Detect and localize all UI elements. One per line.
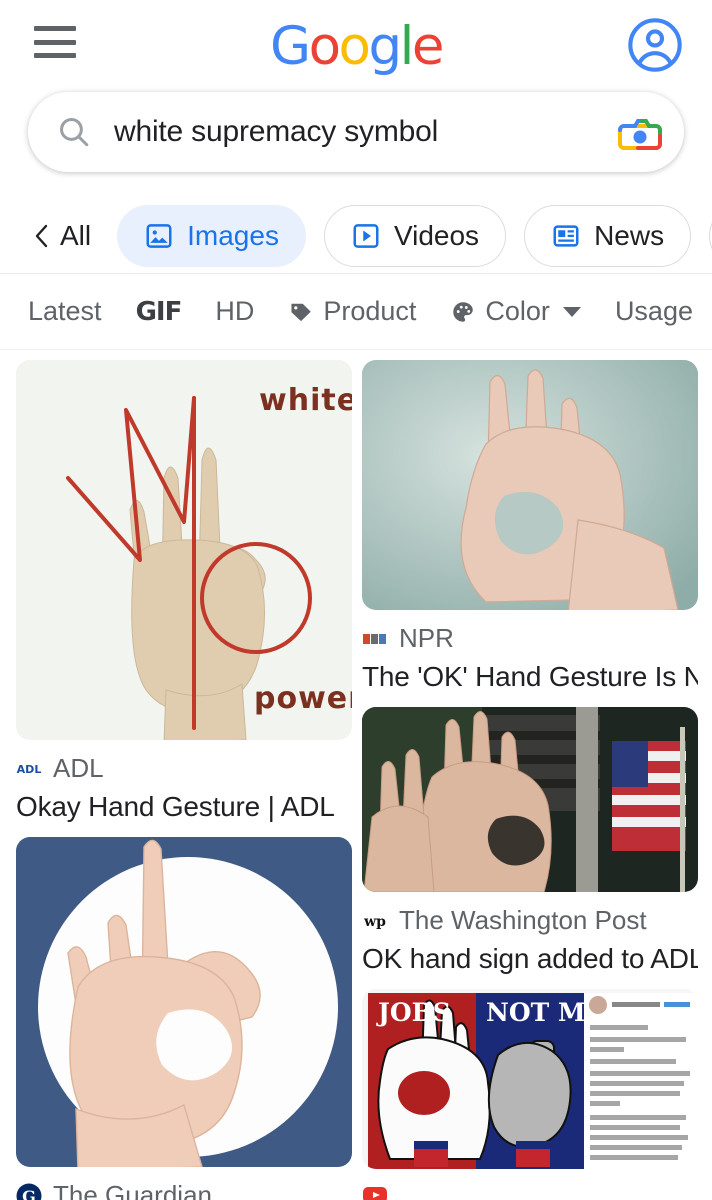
hamburger-menu-icon[interactable]	[34, 26, 76, 58]
palette-icon	[453, 301, 474, 322]
svg-text:JOBS: JOBS	[376, 998, 451, 1027]
tab-videos-label: Videos	[393, 219, 480, 251]
chevron-down-icon	[562, 306, 581, 317]
menu-bar-3	[34, 53, 76, 58]
news-article-icon	[553, 224, 579, 247]
image-icon	[146, 223, 172, 248]
search-bar-container: white supremacy symbol	[0, 92, 712, 172]
result-title[interactable]: OK hand sign added to ADL hat...	[362, 943, 698, 975]
logo-letter-g: g	[368, 16, 402, 77]
svg-text:wp: wp	[363, 914, 386, 930]
tab-all[interactable]: All	[34, 220, 91, 252]
tag-icon	[291, 303, 312, 321]
svg-text:white: white	[259, 383, 352, 418]
menu-bar-1	[34, 26, 76, 31]
filter-color-label: Color	[485, 296, 550, 326]
ok-hand-on-blue-circle[interactable]	[16, 837, 352, 1167]
result-card-npr[interactable]: NPR The 'OK' Hand Gesture Is Now ...	[362, 360, 698, 693]
filter-latest-label: Latest	[28, 296, 102, 326]
result-card-washington-post[interactable]: wp The Washington Post OK hand sign adde…	[362, 707, 698, 975]
logo-letter-G: G	[270, 16, 311, 77]
result-source-label: The Guardian	[53, 1180, 212, 1200]
filter-product[interactable]: Product	[288, 296, 416, 327]
google-lens-camera-icon[interactable]	[618, 110, 662, 154]
search-vertical-tabs: All Images Videos News M	[0, 198, 712, 274]
filter-gif[interactable]: GIF	[135, 296, 183, 327]
npr-favicon	[362, 625, 388, 652]
app-header: Google	[0, 0, 712, 92]
results-right-column: NPR The 'OK' Hand Gesture Is Now ...	[362, 360, 698, 1200]
tab-news[interactable]: News	[524, 204, 692, 267]
menu-bar-2	[34, 39, 76, 45]
result-source-youtube	[362, 1182, 698, 1200]
logo-letter-o1: o	[308, 16, 341, 77]
chevron-left-icon	[34, 223, 50, 249]
result-source-label: The Washington Post	[399, 905, 647, 935]
ok-hand-gesture-at-rally-with-us-flag[interactable]	[362, 707, 698, 892]
tab-all-label: All	[60, 219, 92, 251]
result-source-label: ADL	[53, 753, 104, 783]
guardian-favicon: G	[16, 1183, 42, 1200]
filter-hd-label: HD	[215, 296, 255, 326]
video-play-icon	[353, 223, 379, 248]
tab-images[interactable]: Images	[117, 204, 306, 267]
logo-letter-l: l	[399, 16, 415, 77]
search-bar[interactable]: white supremacy symbol	[28, 92, 684, 172]
results-left-column: white power ADL ADL Okay Hand Gesture | …	[16, 360, 352, 1200]
search-input[interactable]: white supremacy symbol	[114, 115, 618, 149]
filter-usage[interactable]: Usage	[615, 296, 693, 327]
image-filter-bar: Latest GIF HD Product Color Usage	[0, 274, 712, 350]
svg-text:G: G	[22, 1187, 36, 1200]
filter-usage-label: Usage	[614, 296, 693, 326]
result-card-adl[interactable]: white power ADL ADL Okay Hand Gesture | …	[16, 360, 352, 823]
svg-text:power: power	[254, 681, 352, 716]
result-source-guardian: G The Guardian	[16, 1180, 352, 1200]
google-logo[interactable]: Google	[270, 20, 444, 73]
logo-letter-o2: o	[338, 16, 371, 77]
jobs-not-mobs-instagram-poster[interactable]: JOBS NOT MOBS	[362, 989, 698, 1169]
adl-favicon: ADL	[16, 755, 42, 782]
youtube-favicon	[362, 1182, 388, 1200]
result-title[interactable]: Okay Hand Gesture | ADL	[16, 791, 352, 823]
search-icon	[56, 114, 92, 150]
result-source-adl: ADL ADL	[16, 753, 352, 784]
account-circle-icon[interactable]	[626, 16, 684, 74]
filter-latest[interactable]: Latest	[28, 296, 102, 327]
logo-letter-e: e	[411, 16, 445, 77]
filter-hd[interactable]: HD	[215, 296, 254, 327]
filter-product-label: Product	[323, 296, 417, 326]
result-card-instagram-jobs-not-mobs[interactable]: JOBS NOT MOBS	[362, 989, 698, 1200]
result-source-npr: NPR	[362, 623, 698, 654]
result-card-guardian[interactable]: G The Guardian	[16, 837, 352, 1200]
tab-videos[interactable]: Videos	[323, 204, 507, 267]
svg-text:ADL: ADL	[17, 763, 42, 776]
washington-post-favicon: wp	[362, 907, 388, 934]
tab-news-label: News	[594, 219, 665, 251]
result-title[interactable]: The 'OK' Hand Gesture Is Now ...	[362, 661, 698, 693]
filter-color[interactable]: Color	[450, 296, 581, 327]
result-source-label: NPR	[399, 623, 454, 653]
ok-hand-teal-background[interactable]	[362, 360, 698, 610]
result-source-washington-post: wp The Washington Post	[362, 905, 698, 936]
image-results-grid: white power ADL ADL Okay Hand Gesture | …	[0, 350, 712, 1200]
white-power-wp-hand-diagram[interactable]: white power	[16, 360, 352, 740]
tab-images-label: Images	[187, 219, 279, 251]
filter-gif-label: GIF	[135, 296, 183, 327]
